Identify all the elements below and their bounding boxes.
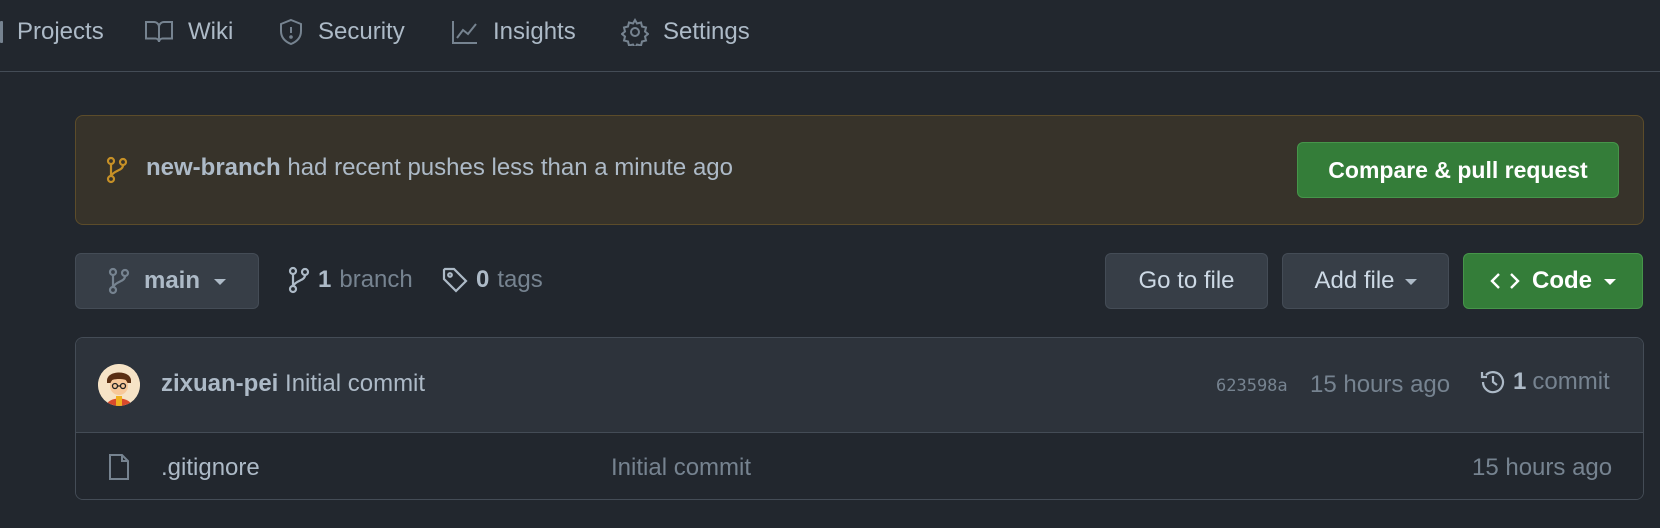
branch-icon: [108, 267, 130, 295]
gear-icon: [621, 18, 649, 46]
branch-icon: [106, 156, 128, 184]
history-icon: [1479, 368, 1507, 396]
chevron-down-icon: [1604, 279, 1616, 285]
add-file-button[interactable]: Add file: [1282, 253, 1449, 309]
latest-commit-row: zixuan-pei Initial commit 623598a 15 hou…: [76, 338, 1643, 433]
compare-pull-request-button[interactable]: Compare & pull request: [1297, 142, 1619, 198]
chevron-down-icon: [214, 279, 226, 285]
go-to-file-label: Go to file: [1138, 267, 1235, 294]
banner-message: had recent pushes less than a minute ago: [287, 154, 733, 181]
code-button[interactable]: Code: [1463, 253, 1643, 309]
tags-link[interactable]: 0 tags: [442, 265, 543, 295]
commit-count: 1: [1513, 368, 1527, 395]
branch-icon: [288, 266, 310, 294]
code-label: Code: [1532, 267, 1592, 294]
file-commit-message[interactable]: Initial commit: [611, 454, 751, 482]
nav-security-label: Security: [318, 18, 405, 45]
book-icon: [144, 19, 174, 45]
nav-insights[interactable]: Insights: [451, 14, 576, 50]
code-icon: [1490, 271, 1520, 291]
nav-security[interactable]: Security: [278, 14, 405, 50]
tag-icon: [442, 267, 468, 293]
graph-icon: [451, 19, 479, 45]
branch-count: 1: [318, 266, 332, 293]
chevron-down-icon: [1404, 279, 1417, 285]
branch-select-label: main: [143, 267, 200, 294]
branch-select-button[interactable]: main: [75, 253, 259, 309]
table-row[interactable]: .gitignore Initial commit 15 hours ago: [76, 433, 1643, 499]
add-file-label: Add file: [1314, 267, 1395, 294]
nav-settings-label: Settings: [663, 18, 750, 45]
file-time: 15 hours ago: [1472, 454, 1613, 481]
shield-icon: [278, 18, 304, 46]
commit-count-label: commit: [1532, 368, 1610, 395]
tag-count-label: tags: [497, 266, 543, 293]
branches-link[interactable]: 1 branch: [288, 265, 413, 295]
go-to-file-button[interactable]: Go to file: [1105, 253, 1268, 309]
nav-projects[interactable]: Projects: [0, 14, 104, 50]
file-browser: zixuan-pei Initial commit 623598a 15 hou…: [75, 337, 1644, 500]
branch-count-label: branch: [339, 266, 413, 293]
recent-push-banner: new-branch had recent pushes less than a…: [75, 115, 1644, 225]
projects-icon: [0, 21, 3, 43]
tag-count: 0: [476, 266, 490, 293]
repo-nav: Projects Wiki Security Insights Settings: [0, 0, 1660, 72]
file-name[interactable]: .gitignore: [161, 454, 260, 482]
nav-projects-label: Projects: [17, 18, 104, 45]
commit-hash[interactable]: 623598a: [1216, 376, 1288, 396]
nav-settings[interactable]: Settings: [621, 14, 750, 50]
nav-insights-label: Insights: [493, 18, 576, 45]
avatar[interactable]: [98, 364, 140, 406]
compare-pull-request-label: Compare & pull request: [1328, 156, 1588, 183]
commit-summary: zixuan-pei Initial commit: [161, 370, 425, 398]
banner-branch-name[interactable]: new-branch: [146, 154, 281, 181]
commit-message[interactable]: Initial commit: [285, 370, 425, 397]
banner-text: new-branch had recent pushes less than a…: [146, 154, 733, 182]
commit-time[interactable]: 15 hours ago: [1310, 371, 1450, 399]
file-icon: [107, 453, 131, 481]
nav-wiki[interactable]: Wiki: [144, 14, 233, 50]
commits-link[interactable]: 1 commit: [1479, 368, 1610, 396]
commit-author[interactable]: zixuan-pei: [161, 370, 278, 397]
nav-wiki-label: Wiki: [188, 18, 234, 45]
